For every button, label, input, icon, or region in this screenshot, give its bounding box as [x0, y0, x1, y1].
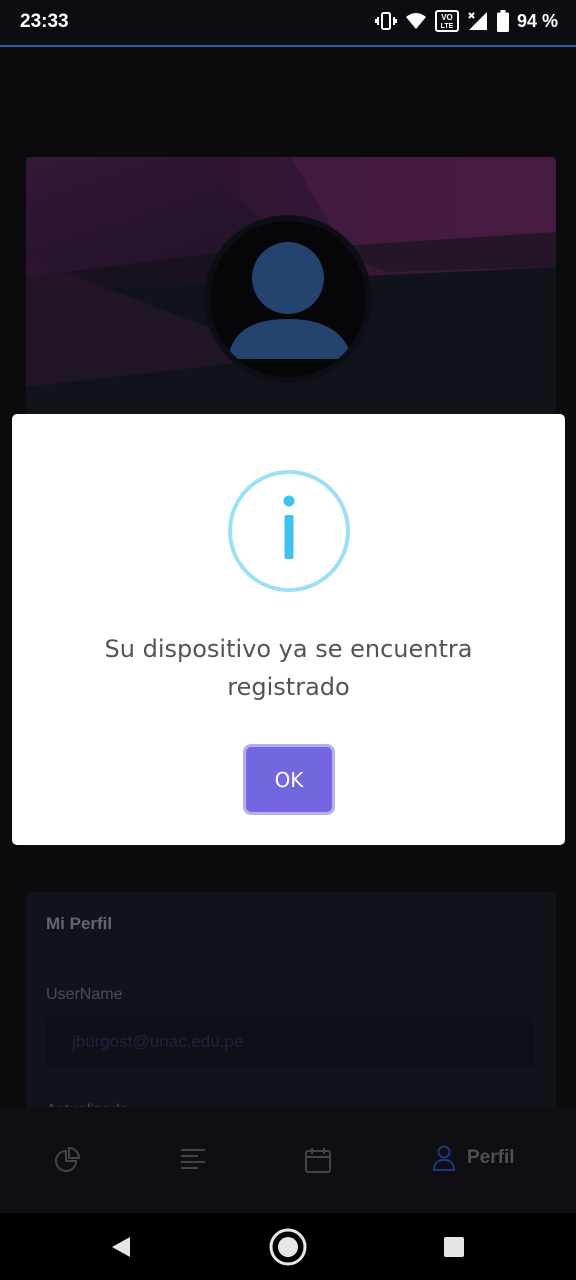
system-navigation-bar [0, 1213, 576, 1280]
svg-text:LTE: LTE [441, 23, 454, 30]
info-dialog: Su dispositivo ya se encuentra registrad… [12, 414, 565, 845]
status-bar: 23:33 VO LTE 94 % [0, 0, 576, 47]
status-time: 23:33 [20, 11, 69, 32]
signal-icon [468, 12, 487, 30]
svg-text:VO: VO [441, 13, 453, 22]
recents-icon[interactable] [443, 1236, 465, 1258]
volte-icon: VO LTE [434, 10, 459, 32]
ok-button[interactable]: OK [246, 747, 332, 812]
battery-percentage: 94 % [516, 10, 558, 31]
wifi-icon [405, 13, 426, 29]
home-icon[interactable] [268, 1227, 308, 1267]
status-icons: VO LTE 94 % [374, 10, 558, 32]
back-icon[interactable] [110, 1235, 132, 1259]
vibrate-icon [374, 12, 397, 30]
battery-icon [496, 10, 509, 32]
dialog-message: Su dispositivo ya se encuentra registrad… [104, 635, 473, 701]
info-icon [228, 470, 350, 592]
